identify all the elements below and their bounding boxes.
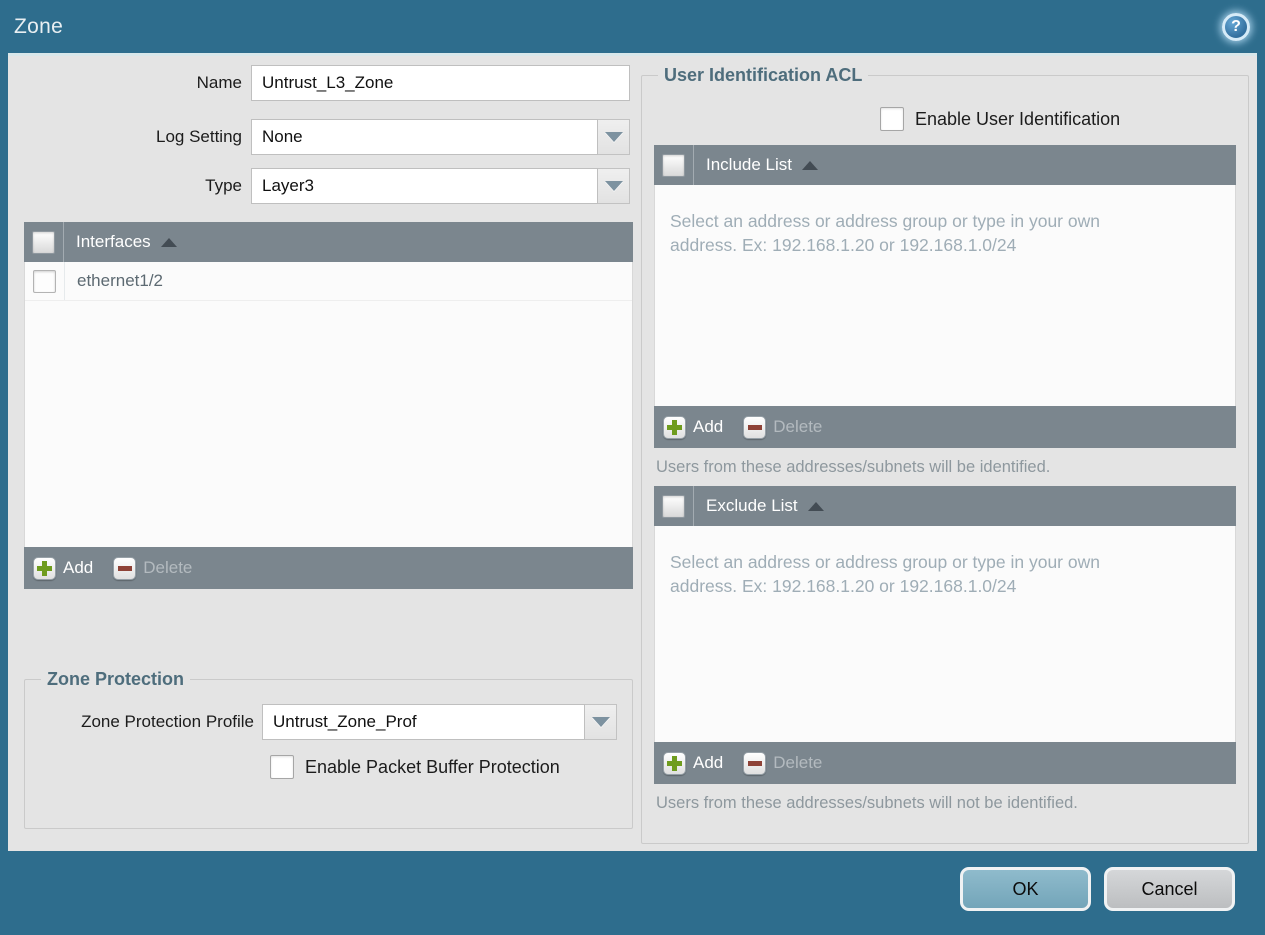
table-row[interactable]: ethernet1/2 (25, 262, 632, 301)
minus-icon (113, 556, 137, 580)
include-list-caption: Users from these addresses/subnets will … (656, 458, 1051, 476)
zone-protection-legend: Zone Protection (47, 669, 185, 689)
column-header-exclude-list[interactable]: Exclude List (706, 496, 798, 516)
interfaces-table-footer: Add Delete (24, 547, 633, 589)
add-label: Add (693, 753, 724, 772)
exclude-list-footer: Add Delete (654, 742, 1236, 784)
sort-asc-icon[interactable] (802, 160, 818, 170)
zone-dialog: Name Log Setting Type Interfaces (8, 53, 1257, 851)
packet-buffer-row: Enable Packet Buffer Protection (270, 755, 620, 779)
column-header-include-list[interactable]: Include List (706, 155, 792, 175)
enable-user-identification-checkbox[interactable] (880, 107, 904, 131)
add-label: Add (63, 558, 94, 577)
delete-interface-button[interactable]: Delete (113, 556, 193, 580)
exclude-select-all-checkbox[interactable] (662, 494, 685, 518)
delete-label: Delete (773, 417, 823, 436)
name-field[interactable] (251, 65, 630, 101)
zone-protection-profile-select[interactable] (262, 704, 585, 740)
include-add-button[interactable]: Add (663, 415, 724, 439)
name-row: Name (24, 65, 633, 101)
type-select[interactable] (251, 168, 598, 204)
interface-name: ethernet1/2 (77, 271, 164, 290)
exclude-list-placeholder: Select an address or address group or ty… (670, 552, 1100, 596)
enable-user-id-row: Enable User Identification (880, 107, 1236, 131)
dialog-footer: OK Cancel (0, 851, 1265, 935)
delete-label: Delete (773, 753, 823, 772)
row-checkbox-cell (25, 262, 65, 300)
row-checkbox[interactable] (33, 269, 56, 293)
enable-user-identification-label: Enable User Identification (915, 108, 1121, 129)
log-setting-select[interactable] (251, 119, 598, 155)
include-list-body[interactable]: Select an address or address group or ty… (654, 185, 1236, 406)
column-header-interfaces[interactable]: Interfaces (76, 232, 151, 252)
enable-packet-buffer-checkbox[interactable] (270, 755, 294, 779)
exclude-list-body[interactable]: Select an address or address group or ty… (654, 526, 1236, 742)
zone-protection-profile-dropdown-button[interactable] (585, 704, 617, 740)
plus-icon (33, 556, 56, 580)
include-list-table: Include List Select an address or addres… (654, 145, 1236, 448)
exclude-delete-button[interactable]: Delete (743, 751, 823, 775)
zone-protection-profile-row: Zone Protection Profile (37, 704, 620, 740)
include-list-footer: Add Delete (654, 406, 1236, 448)
log-setting-label: Log Setting (155, 127, 242, 146)
select-all-cell (654, 145, 694, 185)
exclude-list-table: Exclude List Select an address or addres… (654, 486, 1236, 784)
plus-icon (663, 415, 686, 439)
type-dropdown-button[interactable] (598, 168, 630, 204)
select-all-cell (24, 222, 64, 262)
titlebar: Zone ? (0, 0, 1265, 53)
minus-icon (743, 751, 767, 775)
select-all-checkbox[interactable] (32, 230, 55, 254)
interfaces-table-body: ethernet1/2 (24, 262, 633, 547)
chevron-down-icon (604, 181, 623, 191)
type-row: Type (24, 168, 633, 204)
include-list-header: Include List (654, 145, 1236, 185)
help-icon[interactable]: ? (1222, 12, 1250, 41)
left-column: Name Log Setting Type Interfaces (24, 65, 633, 851)
right-column: User Identification ACL Enable User Iden… (641, 65, 1249, 851)
zone-protection-section: Zone Protection Zone Protection Profile … (24, 669, 633, 829)
chevron-down-icon (591, 717, 610, 727)
ok-button[interactable]: OK (960, 867, 1091, 911)
include-select-all-checkbox[interactable] (662, 153, 685, 177)
select-all-cell (654, 486, 694, 526)
cancel-button[interactable]: Cancel (1104, 867, 1235, 911)
interfaces-table-header: Interfaces (24, 222, 633, 262)
exclude-list-caption: Users from these addresses/subnets will … (656, 794, 1078, 812)
type-label: Type (205, 176, 242, 195)
delete-label: Delete (143, 558, 193, 577)
log-setting-row: Log Setting (24, 119, 633, 155)
name-label: Name (196, 73, 242, 92)
log-setting-dropdown-button[interactable] (598, 119, 630, 155)
sort-asc-icon[interactable] (807, 501, 824, 511)
user-identification-legend: User Identification ACL (664, 65, 863, 85)
chevron-down-icon (604, 132, 623, 142)
sort-asc-icon[interactable] (160, 237, 177, 247)
include-delete-button[interactable]: Delete (743, 415, 823, 439)
minus-icon (743, 415, 767, 439)
add-interface-button[interactable]: Add (33, 556, 94, 580)
add-label: Add (693, 417, 724, 436)
exclude-list-header: Exclude List (654, 486, 1236, 526)
zone-protection-profile-label: Zone Protection Profile (81, 712, 254, 731)
exclude-add-button[interactable]: Add (663, 751, 724, 775)
interfaces-table: Interfaces ethernet1/2 Add Delete (24, 222, 633, 589)
plus-icon (663, 751, 686, 775)
dialog-title: Zone (14, 14, 64, 38)
include-list-placeholder: Select an address or address group or ty… (670, 211, 1100, 255)
enable-packet-buffer-label: Enable Packet Buffer Protection (305, 756, 560, 777)
user-identification-section: User Identification ACL Enable User Iden… (641, 65, 1249, 844)
